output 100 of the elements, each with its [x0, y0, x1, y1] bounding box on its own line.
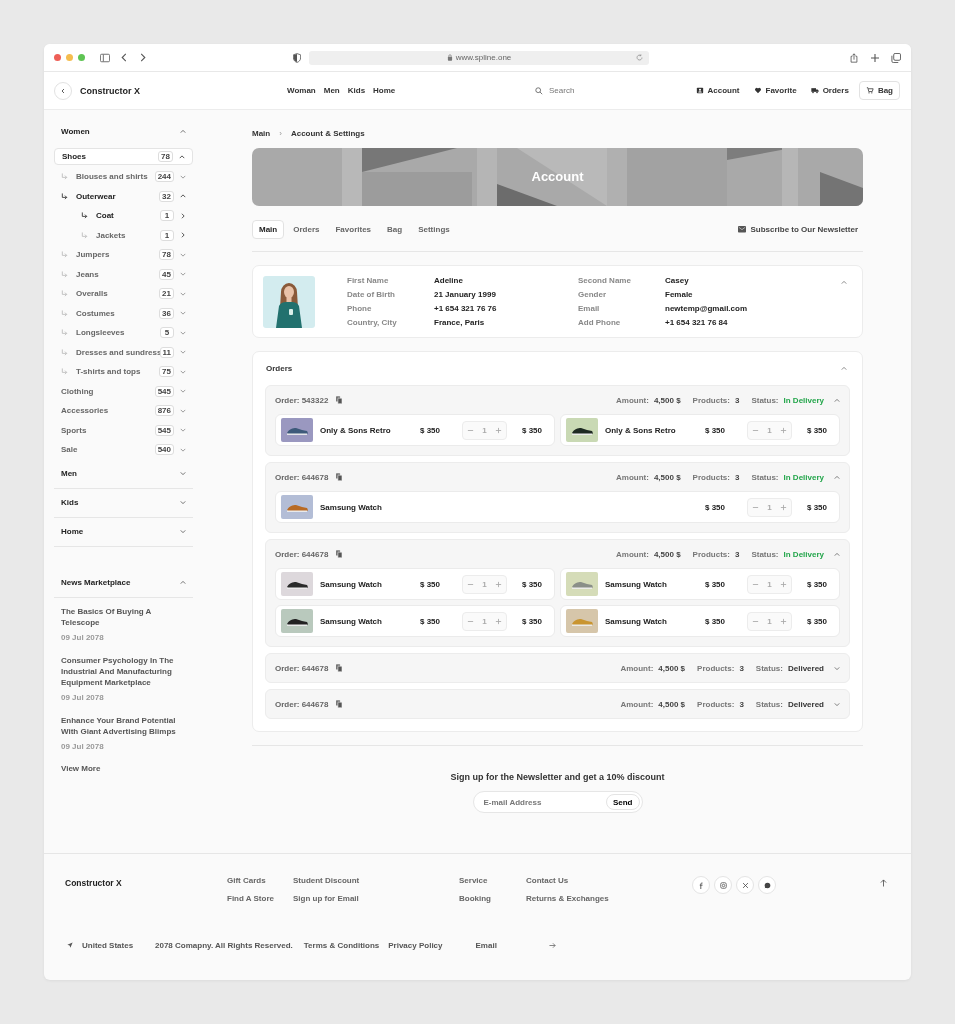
- chevron-icon[interactable]: [834, 474, 840, 480]
- status-label: Status:: [751, 395, 779, 405]
- copy-icon[interactable]: [336, 396, 343, 404]
- header-link[interactable]: Orders: [810, 86, 849, 95]
- footer-link[interactable]: Service: [459, 876, 526, 885]
- chevron-icon[interactable]: [834, 551, 840, 557]
- plus-icon[interactable]: [494, 580, 502, 588]
- nav-link[interactable]: Kids: [347, 86, 366, 95]
- nav-link[interactable]: Woman: [287, 86, 316, 95]
- search-icon[interactable]: [535, 86, 543, 95]
- nav-link[interactable]: Home: [373, 86, 396, 95]
- back-button[interactable]: [54, 81, 72, 100]
- category-item[interactable]: T-shirts and tops 75: [54, 362, 193, 382]
- brand-logo[interactable]: Constructor X: [80, 85, 140, 96]
- footer-link[interactable]: Student Discount: [293, 876, 459, 885]
- footer-link[interactable]: Booking: [459, 894, 526, 903]
- news-link[interactable]: The Basics Of Buying A Telescope: [61, 605, 186, 628]
- arrow-right-icon[interactable]: [548, 941, 556, 949]
- tab[interactable]: Main: [252, 220, 285, 239]
- facebook-icon[interactable]: [692, 876, 710, 894]
- category-item[interactable]: Clothing 545: [54, 381, 193, 401]
- legal-link[interactable]: Terms & Conditions: [303, 940, 380, 950]
- footer-link[interactable]: Contact Us: [526, 876, 692, 885]
- header-link[interactable]: Favorite: [753, 86, 797, 95]
- x-icon[interactable]: [736, 876, 754, 894]
- category-item[interactable]: Sale 540: [54, 440, 193, 460]
- chevron-icon[interactable]: [834, 665, 840, 671]
- footer-link[interactable]: Sign up for Email: [293, 894, 459, 903]
- breadcrumb-link[interactable]: Account & Settings: [290, 129, 365, 138]
- chevron-icon[interactable]: [834, 397, 840, 403]
- chevron-icon[interactable]: [841, 280, 847, 285]
- breadcrumb-link[interactable]: Main: [252, 129, 271, 138]
- header-link[interactable]: Account: [695, 86, 740, 95]
- category-item[interactable]: Jeans 45: [54, 264, 193, 284]
- category-item[interactable]: Blouses and shirts 244: [54, 167, 193, 187]
- whatsapp-icon[interactable]: [758, 876, 776, 894]
- legal-link[interactable]: Privacy Policy: [388, 940, 443, 950]
- close-window-button[interactable]: [54, 54, 61, 61]
- category-item[interactable]: Jumpers 78: [54, 245, 193, 265]
- send-button[interactable]: Send: [605, 794, 640, 810]
- arrow-up-icon[interactable]: [880, 879, 887, 887]
- sidebar-icon[interactable]: [100, 52, 110, 63]
- chevron-icon[interactable]: [180, 580, 186, 585]
- subitem-arrow-icon: [81, 212, 88, 220]
- footer-link[interactable]: Find A Store: [227, 894, 293, 903]
- category-item[interactable]: Jackets 1: [54, 225, 193, 245]
- chevron-icon[interactable]: [180, 529, 186, 534]
- instagram-icon[interactable]: [714, 876, 732, 894]
- category-item[interactable]: Accessories 876: [54, 401, 193, 421]
- nav-link[interactable]: Men: [323, 86, 340, 95]
- footer-link[interactable]: Gift Cards: [227, 876, 293, 885]
- news-link[interactable]: Enhance Your Brand Potential With Giant Advertising Blimps: [61, 714, 186, 737]
- share-icon[interactable]: [849, 52, 859, 63]
- chevron-icon[interactable]: [180, 128, 186, 134]
- category-item[interactable]: Shoes 78: [54, 148, 193, 165]
- email-field[interactable]: Email: [475, 940, 556, 950]
- tabs-icon[interactable]: [891, 52, 901, 63]
- tab[interactable]: Orders: [286, 220, 327, 239]
- category-item[interactable]: Costumes 36: [54, 303, 193, 323]
- plus-icon[interactable]: [494, 617, 502, 625]
- copy-icon[interactable]: [336, 473, 343, 481]
- footer-brand[interactable]: Constructor X: [65, 878, 227, 888]
- search-field[interactable]: Search: [549, 86, 629, 95]
- plus-icon[interactable]: [779, 580, 787, 588]
- subitem-arrow-icon: [61, 368, 68, 376]
- category-item[interactable]: Longsleeves 5: [54, 323, 193, 343]
- copy-icon[interactable]: [336, 664, 343, 672]
- maximize-window-button[interactable]: [78, 54, 85, 61]
- subscribe-link[interactable]: Subscribe to Our Newsletter: [738, 225, 863, 234]
- chevron-icon[interactable]: [841, 366, 847, 371]
- footer-link[interactable]: Returns & Exchanges: [526, 894, 692, 903]
- category-item[interactable]: Outerwear 32: [54, 186, 193, 206]
- chevron-icon[interactable]: [180, 471, 186, 476]
- forward-icon[interactable]: [140, 53, 146, 62]
- copy-icon[interactable]: [336, 550, 343, 558]
- count-badge: 78: [158, 151, 173, 162]
- copy-icon[interactable]: [336, 700, 343, 708]
- tab[interactable]: Settings: [411, 220, 457, 239]
- chevron-icon[interactable]: [180, 500, 186, 505]
- tab[interactable]: Favorites: [328, 220, 379, 239]
- plus-icon[interactable]: [779, 503, 787, 511]
- plus-icon[interactable]: [494, 426, 502, 434]
- tab[interactable]: Bag: [380, 220, 410, 239]
- minimize-window-button[interactable]: [66, 54, 73, 61]
- chevron-icon[interactable]: [834, 701, 840, 707]
- plus-icon[interactable]: [779, 426, 787, 434]
- bag-button[interactable]: Bag: [858, 81, 900, 100]
- news-link[interactable]: Consumer Psychology In The Industrial And Manufacturing Equipment Marketplace: [61, 654, 186, 688]
- category-item[interactable]: Coat 1: [54, 206, 193, 226]
- shield-icon[interactable]: [293, 52, 301, 63]
- category-item[interactable]: Overalls 21: [54, 284, 193, 304]
- address-bar[interactable]: www.spline.one: [309, 50, 649, 65]
- view-more-link[interactable]: View More: [61, 763, 186, 773]
- reload-icon[interactable]: [636, 54, 643, 61]
- country-label[interactable]: United States: [82, 940, 155, 950]
- back-icon[interactable]: [121, 53, 127, 62]
- category-item[interactable]: Sports 545: [54, 420, 193, 440]
- new-tab-icon[interactable]: [870, 52, 880, 63]
- plus-icon[interactable]: [779, 617, 787, 625]
- category-item[interactable]: Dresses and sundress 11: [54, 342, 193, 362]
